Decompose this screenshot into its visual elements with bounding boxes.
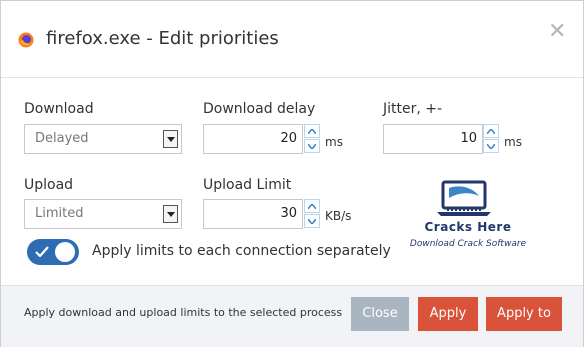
- jitter-value: 10: [460, 131, 477, 146]
- download-delay-label: Download delay: [203, 101, 316, 117]
- apply-to-button[interactable]: Apply to: [486, 297, 562, 331]
- chevron-down-icon[interactable]: [163, 130, 178, 148]
- apply-separately-toggle[interactable]: [27, 239, 79, 265]
- monitor-icon: [433, 180, 493, 222]
- upload-limit-unit: KB/s: [325, 209, 352, 223]
- close-button[interactable]: Close: [351, 297, 409, 331]
- firefox-icon: [18, 32, 34, 48]
- upload-select-value: Limited: [35, 206, 84, 221]
- jitter-spinner[interactable]: [483, 124, 499, 154]
- jitter-unit: ms: [504, 135, 522, 149]
- apply-button[interactable]: Apply: [418, 297, 478, 331]
- dialog-header: firefox.exe - Edit priorities ✕: [1, 1, 583, 78]
- upload-select[interactable]: Limited: [24, 199, 182, 229]
- decrement-icon[interactable]: [483, 139, 499, 153]
- increment-icon[interactable]: [304, 199, 320, 213]
- upload-limit-input[interactable]: 30: [203, 199, 303, 229]
- edit-priorities-dialog: firefox.exe - Edit priorities ✕ Download…: [0, 0, 584, 347]
- toggle-knob: [55, 242, 75, 262]
- increment-icon[interactable]: [304, 124, 320, 138]
- upload-limit-label: Upload Limit: [203, 177, 292, 193]
- download-select-value: Delayed: [35, 131, 89, 146]
- download-delay-spinner[interactable]: [304, 124, 320, 154]
- dialog-footer: Apply download and upload limits to the …: [1, 285, 583, 347]
- chevron-down-icon[interactable]: [163, 205, 178, 223]
- upload-limit-spinner[interactable]: [304, 199, 320, 229]
- jitter-label: Jitter, +-: [383, 101, 443, 117]
- increment-icon[interactable]: [483, 124, 499, 138]
- download-delay-input[interactable]: 20: [203, 124, 303, 154]
- close-icon[interactable]: ✕: [548, 21, 566, 43]
- check-icon: [35, 246, 49, 257]
- download-delay-value: 20: [280, 131, 297, 146]
- apply-separately-label: Apply limits to each connection separate…: [92, 243, 391, 259]
- logo-title: Cracks Here: [424, 220, 512, 234]
- jitter-input[interactable]: 10: [383, 124, 483, 154]
- upload-limit-value: 30: [280, 206, 297, 221]
- dialog-title: firefox.exe - Edit priorities: [46, 28, 279, 49]
- download-delay-unit: ms: [325, 135, 343, 149]
- cracks-here-logo: Cracks Here Download Crack Software: [409, 180, 527, 258]
- footer-hint: Apply download and upload limits to the …: [24, 306, 343, 319]
- download-select[interactable]: Delayed: [24, 124, 182, 154]
- logo-subtitle: Download Crack Software: [409, 239, 527, 249]
- upload-label: Upload: [24, 177, 74, 193]
- decrement-icon[interactable]: [304, 139, 320, 153]
- decrement-icon[interactable]: [304, 214, 320, 228]
- download-label: Download: [24, 101, 94, 117]
